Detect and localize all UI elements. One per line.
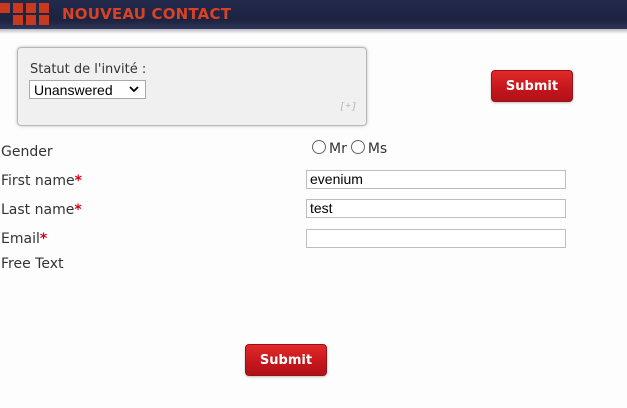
- gender-radio-mr[interactable]: [312, 140, 326, 154]
- status-select-value: Unanswered: [34, 82, 113, 98]
- status-label: Statut de l'invité :: [30, 62, 147, 77]
- required-marker: *: [74, 173, 82, 189]
- first-name-input[interactable]: evenium: [306, 170, 566, 189]
- status-select[interactable]: Unanswered: [29, 80, 146, 99]
- page-title: NOUVEAU CONTACT: [62, 5, 232, 23]
- submit-button-top[interactable]: Submit: [491, 70, 573, 102]
- header-shadow: [0, 29, 627, 34]
- free-text-label: Free Text: [1, 256, 64, 272]
- logo-icon: [0, 2, 51, 26]
- last-name-label: Last name*: [1, 202, 82, 218]
- gender-label: Gender: [1, 144, 53, 160]
- gender-radio-group: Mr Ms: [312, 140, 391, 158]
- email-label: Email*: [1, 231, 48, 247]
- header-bar: NOUVEAU CONTACT: [0, 0, 627, 29]
- required-marker: *: [74, 202, 82, 218]
- gender-option-mr-label: Mr: [329, 141, 347, 157]
- expand-toggle[interactable]: [+]: [340, 100, 356, 112]
- submit-button-bottom[interactable]: Submit: [245, 344, 327, 376]
- chevron-down-icon: [129, 86, 139, 93]
- first-name-label: First name*: [1, 173, 82, 189]
- gender-option-ms-label: Ms: [367, 141, 388, 157]
- last-name-input[interactable]: test: [306, 199, 566, 218]
- email-input[interactable]: [306, 229, 566, 248]
- gender-radio-ms[interactable]: [350, 140, 365, 154]
- required-marker: *: [39, 231, 48, 247]
- status-panel: Statut de l'invité : Unanswered [+]: [17, 47, 367, 126]
